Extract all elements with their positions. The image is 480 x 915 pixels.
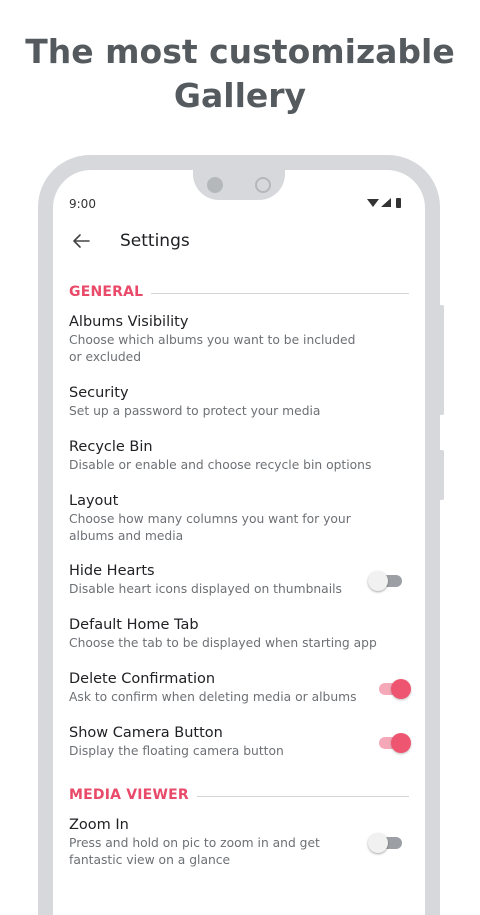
hide-hearts-toggle[interactable] [368,570,408,592]
phone-notch [193,170,285,200]
front-camera-icon [207,177,223,193]
setting-title: Default Home Tab [69,617,199,633]
setting-title: Delete Confirmation [69,671,216,687]
section-media-viewer: MEDIA VIEWER [69,787,409,805]
promo-headline: The most customizable Gallery [0,30,480,118]
sensor-icon [255,177,271,193]
setting-subtitle: Disable or enable and choose recycle bin… [69,458,372,472]
setting-title: Albums Visibility [69,314,189,330]
wifi-icon [367,199,379,207]
setting-layout[interactable]: Layout Choose how many columns you want … [69,491,409,545]
page-title: Settings [120,231,190,251]
setting-recycle-bin[interactable]: Recycle Bin Disable or enable and choose… [69,437,409,474]
setting-default-home-tab[interactable]: Default Home Tab Choose the tab to be di… [69,615,409,652]
setting-title: Hide Hearts [69,563,155,579]
setting-subtitle: Choose which albums you want to be inclu… [69,333,356,364]
section-media-viewer-title: MEDIA VIEWER [69,787,197,803]
setting-subtitle: Set up a password to protect your media [69,404,321,418]
delete-confirmation-toggle[interactable] [373,678,413,700]
phone-volume-button [440,305,444,415]
setting-subtitle: Press and hold on pic to zoom in and get… [69,836,320,867]
setting-hide-hearts[interactable]: Hide Hearts Disable heart icons displaye… [69,561,409,598]
setting-title: Show Camera Button [69,725,223,741]
setting-delete-confirmation[interactable]: Delete Confirmation Ask to confirm when … [69,669,409,706]
setting-subtitle: Choose the tab to be displayed when star… [69,636,377,650]
section-general-title: GENERAL [69,284,152,300]
setting-subtitle: Ask to confirm when deleting media or al… [69,690,357,704]
status-time: 9:00 [69,197,96,211]
setting-security[interactable]: Security Set up a password to protect yo… [69,383,409,420]
setting-albums-visibility[interactable]: Albums Visibility Choose which albums yo… [69,312,409,366]
signal-icon [381,198,391,207]
setting-subtitle: Choose how many columns you want for you… [69,512,351,543]
headline-line-2: Gallery [173,76,307,115]
phone-power-button [440,450,444,500]
show-camera-button-toggle[interactable] [373,732,413,754]
battery-icon [396,198,401,208]
setting-subtitle: Display the floating camera button [69,744,284,758]
setting-subtitle: Disable heart icons displayed on thumbna… [69,582,342,596]
section-general: GENERAL [69,284,409,302]
setting-title: Zoom In [69,817,129,833]
arrow-back-icon[interactable] [71,231,91,251]
phone-frame: 9:00 Settings GENERAL Albums Visibility … [38,155,440,915]
zoom-in-toggle[interactable] [368,832,408,854]
setting-title: Recycle Bin [69,439,153,455]
setting-title: Security [69,385,129,401]
setting-title: Layout [69,493,119,509]
headline-line-1: The most customizable [25,32,455,71]
setting-show-camera-button[interactable]: Show Camera Button Display the floating … [69,723,409,760]
setting-zoom-in[interactable]: Zoom In Press and hold on pic to zoom in… [69,815,409,869]
app-bar: Settings [53,228,425,258]
phone-screen: 9:00 Settings GENERAL Albums Visibility … [53,170,425,915]
status-icons [367,198,401,208]
